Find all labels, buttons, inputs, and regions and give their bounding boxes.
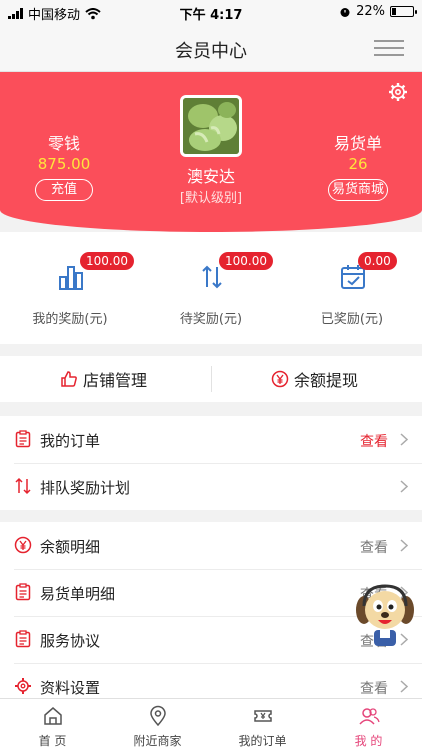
- tab-label: 我 的: [354, 734, 383, 748]
- thumbs-up-icon: [61, 371, 77, 387]
- list-item-my-orders[interactable]: 我的订单 查看: [0, 416, 422, 463]
- reward-badge: 100.00: [219, 252, 273, 270]
- list-item-queue-reward-plan[interactable]: 排队奖励计划: [0, 463, 422, 510]
- reward-stats: 100.00 我的奖励(元) 100.00 待奖励(元) 0.00 已奖励(元): [0, 232, 422, 344]
- clipboard-icon: [15, 630, 31, 648]
- reward-label: 已奖励(元): [320, 312, 384, 327]
- mascot-customer-service-icon[interactable]: [354, 580, 416, 650]
- exchange-title: 易货单: [333, 134, 382, 153]
- tab-label: 首 页: [38, 734, 67, 748]
- exchange-mall-button[interactable]: 易货商城: [328, 179, 388, 201]
- view-link[interactable]: 查看: [360, 678, 388, 698]
- list-item-label: 服务协议: [40, 632, 101, 650]
- balance-value: 875.00: [37, 155, 91, 173]
- paid-reward-stat[interactable]: 0.00 已奖励(元): [282, 232, 422, 344]
- quick-divider: [211, 366, 212, 392]
- list-item-label: 余额明细: [40, 538, 101, 556]
- tab-home[interactable]: 首 页: [0, 699, 105, 750]
- list-item-label: 排队奖励计划: [40, 479, 131, 497]
- list-item-label: 资料设置: [40, 679, 101, 697]
- chevron-right-icon: [400, 480, 408, 493]
- withdraw-label: 余额提现: [294, 371, 359, 390]
- status-right: 22%: [339, 4, 417, 19]
- list-item-balance-details[interactable]: 余额明细 查看: [0, 522, 422, 569]
- list-item-label: 易货单明细: [40, 585, 116, 603]
- view-link[interactable]: 查看: [360, 537, 388, 557]
- reward-label: 我的奖励(元): [32, 312, 108, 327]
- chevron-right-icon: [400, 539, 408, 552]
- clipboard-icon: [15, 583, 31, 601]
- page-title: 会员中心: [175, 41, 247, 62]
- clipboard-icon: [15, 430, 31, 448]
- settings-gear-icon[interactable]: [388, 82, 408, 102]
- balance-title: 零钱: [47, 134, 80, 153]
- tab-label: 附近商家: [133, 734, 182, 748]
- user-level: [默认级别]: [179, 191, 243, 206]
- pending-reward-stat[interactable]: 100.00 待奖励(元): [141, 232, 281, 344]
- recharge-button[interactable]: 充值: [35, 179, 93, 201]
- tab-label: 我的订单: [238, 734, 287, 748]
- yen-circle-icon: [271, 370, 289, 388]
- tab-my-orders[interactable]: 我的订单: [210, 699, 315, 750]
- sort-arrows-icon: [15, 477, 31, 495]
- status-bar: 中国移动 下午 4:17 22%: [0, 0, 422, 24]
- chevron-right-icon: [400, 680, 408, 693]
- avatar[interactable]: [180, 95, 242, 157]
- shop-management-button[interactable]: 店铺管理: [60, 356, 147, 402]
- user-name: 澳安达: [186, 167, 235, 186]
- location-pin-icon: [150, 705, 166, 727]
- reward-label: 待奖励(元): [179, 312, 243, 327]
- alarm-icon: [340, 7, 350, 17]
- my-reward-stat[interactable]: 100.00 我的奖励(元): [0, 232, 140, 344]
- tab-bar: 首 页 附近商家 我的订单 我 的: [0, 698, 422, 750]
- menu-icon[interactable]: [374, 38, 404, 58]
- quick-actions: 店铺管理 余额提现: [0, 356, 422, 402]
- tab-mine[interactable]: 我 的: [316, 699, 421, 750]
- shop-management-label: 店铺管理: [83, 371, 148, 390]
- list-item-profile-settings[interactable]: 资料设置 查看: [0, 663, 422, 698]
- ticket-icon: [254, 710, 272, 722]
- tab-nearby-merchants[interactable]: 附近商家: [105, 699, 210, 750]
- withdraw-button[interactable]: 余额提现: [271, 356, 358, 402]
- list-item-label: 我的订单: [40, 432, 101, 450]
- nav-bar: 会员中心: [0, 24, 422, 72]
- battery-percent: 22%: [356, 4, 385, 19]
- home-icon: [44, 707, 62, 725]
- yen-circle-icon: [14, 536, 32, 554]
- reward-badge: 100.00: [80, 252, 134, 270]
- avatar-image: [183, 98, 239, 154]
- battery-icon: [390, 6, 417, 17]
- user-group-icon: [359, 708, 380, 725]
- gear-icon: [15, 678, 31, 694]
- bar-chart-icon: [59, 266, 83, 290]
- view-link[interactable]: 查看: [360, 431, 388, 451]
- order-section: 我的订单 查看 排队奖励计划: [0, 416, 422, 510]
- exchange-value: 26: [348, 155, 368, 173]
- chevron-right-icon: [400, 433, 408, 446]
- reward-badge: 0.00: [358, 252, 397, 270]
- profile-header: 零钱 875.00 充值 澳安达 [默认级别] 易货单 26 易货商城: [0, 72, 422, 232]
